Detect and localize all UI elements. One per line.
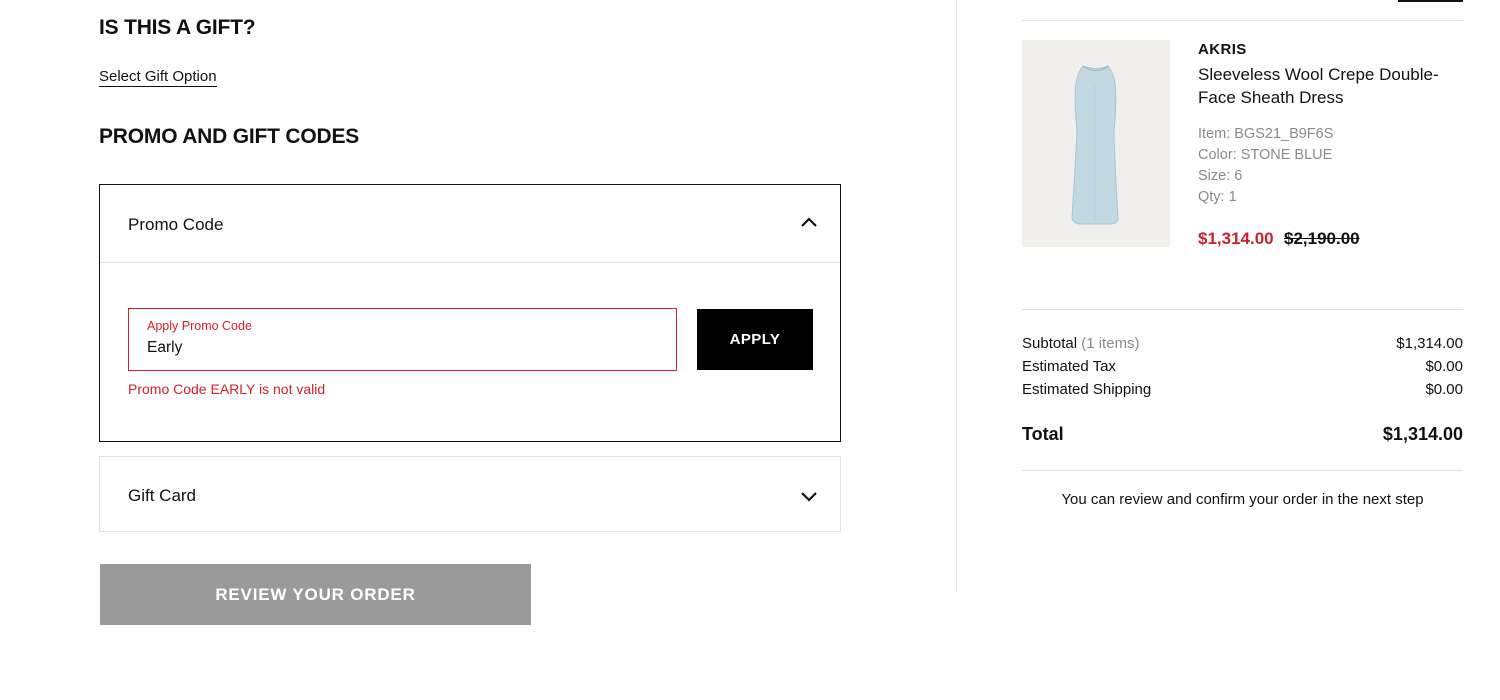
divider [1022, 20, 1463, 21]
promo-code-panel: Promo Code Apply Promo Code Early APPLY … [99, 184, 841, 442]
divider [1022, 470, 1463, 471]
top-tab-indicator [1398, 0, 1463, 2]
sale-price: $1,314.00 [1198, 229, 1274, 248]
confirm-order-note: You can review and confirm your order in… [1061, 491, 1424, 508]
product-item-number: Item: BGS21_B9F6S [1198, 126, 1334, 142]
gift-heading: IS THIS A GIFT? [99, 16, 256, 39]
tax-value: $0.00 [1425, 358, 1463, 375]
promo-code-panel-header[interactable]: Promo Code [100, 185, 840, 263]
promo-code-title: Promo Code [128, 215, 224, 234]
product-color: Color: STONE BLUE [1198, 147, 1333, 163]
subtotal-value: $1,314.00 [1396, 335, 1463, 352]
promo-input-value[interactable]: Early [147, 339, 182, 357]
shipping-value: $0.00 [1425, 381, 1463, 398]
apply-button[interactable]: APPLY [697, 309, 813, 370]
promo-code-input[interactable]: Apply Promo Code Early [128, 308, 677, 371]
chevron-up-icon[interactable] [800, 216, 818, 228]
gift-card-panel[interactable]: Gift Card [99, 456, 841, 532]
total-value: $1,314.00 [1382, 424, 1463, 444]
promo-input-label: Apply Promo Code [147, 319, 252, 333]
product-qty: Qty: 1 [1198, 189, 1237, 205]
gift-card-title: Gift Card [128, 486, 197, 505]
product-brand: AKRIS [1198, 41, 1247, 58]
subtotal-item-count: (1 items) [1081, 335, 1140, 352]
subtotal-label-text: Subtotal [1022, 335, 1078, 352]
total-label: Total [1022, 424, 1064, 444]
divider [1022, 309, 1463, 310]
review-order-button[interactable]: REVIEW YOUR ORDER [100, 564, 531, 625]
promo-error-message: Promo Code EARLY is not valid [128, 381, 326, 397]
subtotal-label: Subtotal (1 items) [1022, 335, 1140, 352]
original-price: $2,190.00 [1284, 229, 1360, 248]
column-divider [956, 0, 957, 592]
dress-product-image [1022, 40, 1170, 247]
product-name[interactable]: Sleeveless Wool Crepe Double-Face Sheath… [1198, 63, 1463, 109]
select-gift-option-link[interactable]: Select Gift Option [99, 68, 217, 87]
product-size: Size: 6 [1198, 168, 1243, 184]
shipping-label: Estimated Shipping [1022, 381, 1152, 398]
chevron-down-icon[interactable] [800, 491, 818, 503]
tax-label: Estimated Tax [1022, 358, 1116, 375]
promo-codes-heading: PROMO AND GIFT CODES [99, 125, 360, 148]
